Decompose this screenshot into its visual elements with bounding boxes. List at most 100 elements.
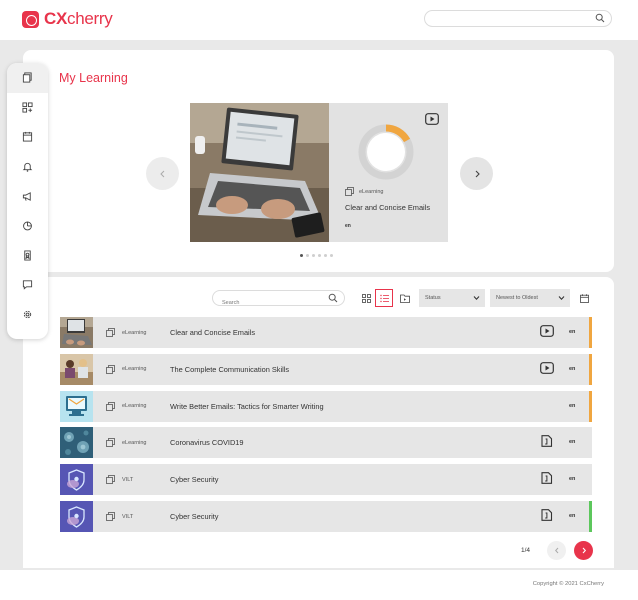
search-icon[interactable] xyxy=(595,13,605,23)
carousel-next-button[interactable] xyxy=(460,157,493,190)
chat-icon xyxy=(22,280,33,291)
featured-course-card[interactable]: eLearning Clear and Concise Emails en xyxy=(190,103,448,242)
sidebar-item-my-learning[interactable] xyxy=(7,63,48,93)
carousel-dot[interactable] xyxy=(318,254,321,257)
courses-icon xyxy=(22,72,32,83)
sidebar-item-notifications[interactable] xyxy=(7,152,48,182)
course-type: VILT xyxy=(122,513,134,520)
status-indicator-bar xyxy=(589,390,592,422)
sidebar-item-announcements[interactable] xyxy=(7,181,48,211)
calendar-icon xyxy=(579,293,589,303)
course-language: en xyxy=(569,513,576,519)
chevron-right-icon xyxy=(582,547,586,554)
table-row[interactable]: eLearning Write Better Emails: Tactics fo… xyxy=(60,390,592,422)
pagination-prev-button[interactable] xyxy=(547,541,566,560)
pagination-next-button[interactable] xyxy=(574,541,593,560)
brand-logo[interactable]: CXcherry xyxy=(22,9,113,29)
table-row[interactable]: VILT Cyber Security en xyxy=(60,464,592,496)
sidebar-item-messages[interactable] xyxy=(7,270,48,300)
sidebar xyxy=(7,63,48,339)
course-title[interactable]: Clear and Concise Emails xyxy=(170,328,255,337)
play-icon[interactable] xyxy=(425,113,439,125)
carousel-dot[interactable] xyxy=(324,254,327,257)
elearning-icon xyxy=(345,187,354,196)
calendar-icon xyxy=(22,132,33,143)
course-thumbnail xyxy=(60,464,93,496)
sort-label: Newest to Oldest xyxy=(496,295,538,301)
play-icon[interactable] xyxy=(540,361,554,380)
course-thumbnail xyxy=(60,317,93,348)
document-icon[interactable] xyxy=(540,509,554,527)
footer: Copyright © 2021 CxCherry xyxy=(0,570,638,600)
featured-course-info: eLearning Clear and Concise Emails en xyxy=(329,103,448,242)
progress-donut xyxy=(358,124,414,180)
global-search-input[interactable] xyxy=(424,10,612,27)
featured-course-title[interactable]: Clear and Concise Emails xyxy=(345,203,435,212)
folder-view-button[interactable] xyxy=(396,289,414,307)
status-filter-select[interactable]: Status xyxy=(419,289,485,307)
document-icon[interactable] xyxy=(540,472,554,490)
my-learning-panel: My Learning eLearning Clear and Concise … xyxy=(23,50,614,272)
carousel-dot[interactable] xyxy=(300,254,303,257)
sidebar-item-catalog[interactable] xyxy=(7,93,48,123)
bell-icon xyxy=(22,162,33,172)
carousel-dot[interactable] xyxy=(330,254,333,257)
list-view-icon xyxy=(379,294,389,302)
status-filter-label: Status xyxy=(425,295,441,301)
course-title[interactable]: Cyber Security xyxy=(170,475,218,484)
reports-pie-icon xyxy=(23,221,32,231)
search-icon[interactable] xyxy=(328,293,338,303)
chevron-down-icon xyxy=(558,296,565,301)
list-search-input[interactable] xyxy=(222,296,322,310)
carousel-prev-button[interactable] xyxy=(146,157,179,190)
laptop-photo-icon xyxy=(190,103,329,242)
catalog-add-icon xyxy=(22,102,33,113)
course-title[interactable]: The Complete Communication Skills xyxy=(170,365,289,374)
course-type: VILT xyxy=(122,476,134,483)
sort-select[interactable]: Newest to Oldest xyxy=(490,289,570,307)
course-thumbnail xyxy=(60,353,93,385)
featured-course-type: eLearning xyxy=(359,188,384,195)
featured-course-language: en xyxy=(345,223,351,229)
status-indicator-bar xyxy=(589,501,592,532)
sidebar-item-reports[interactable] xyxy=(7,211,48,241)
course-title[interactable]: Write Better Emails: Tactics for Smarter… xyxy=(170,402,324,411)
elearning-icon xyxy=(106,328,115,337)
course-thumbnail xyxy=(60,427,93,459)
calendar-filter-button[interactable] xyxy=(575,289,593,307)
sidebar-item-settings[interactable] xyxy=(7,300,48,330)
copyright-text: Copyright © 2021 CxCherry xyxy=(532,581,604,587)
course-list-panel: Status Newest to Oldest eLearning Clear a… xyxy=(23,277,614,568)
list-search[interactable] xyxy=(212,290,345,310)
featured-course-image xyxy=(190,103,329,242)
table-row[interactable]: eLearning Clear and Concise Emails en xyxy=(60,317,592,348)
settings-icon xyxy=(23,310,32,319)
play-icon[interactable] xyxy=(540,325,554,343)
brand-name-rest: cherry xyxy=(67,9,113,28)
sidebar-item-calendar[interactable] xyxy=(7,122,48,152)
cherry-logo-icon xyxy=(22,10,39,28)
list-view-button[interactable] xyxy=(375,289,393,307)
table-row[interactable]: eLearning Coronavirus COVID19 en xyxy=(60,427,592,459)
course-title[interactable]: Coronavirus COVID19 xyxy=(170,438,244,447)
carousel-dot[interactable] xyxy=(306,254,309,257)
chevron-right-icon xyxy=(475,170,480,177)
course-language: en xyxy=(569,476,576,483)
top-header: CXcherry xyxy=(0,0,638,40)
table-row[interactable]: eLearning The Complete Communication Skil… xyxy=(60,353,592,385)
pagination-text: 1/4 xyxy=(521,547,531,554)
course-type: eLearning xyxy=(122,329,147,336)
grid-view-button[interactable] xyxy=(357,289,375,307)
course-type: eLearning xyxy=(122,403,147,410)
document-icon[interactable] xyxy=(540,435,554,453)
sidebar-item-certificates[interactable] xyxy=(7,241,48,271)
brand-name-bold: CX xyxy=(44,9,68,28)
chevron-left-icon xyxy=(159,170,164,177)
course-language: en xyxy=(569,365,576,372)
table-row[interactable]: VILT Cyber Security en xyxy=(60,501,592,532)
carousel-dot[interactable] xyxy=(312,254,315,257)
page-title: My Learning xyxy=(59,71,128,85)
course-title[interactable]: Cyber Security xyxy=(170,512,218,521)
elearning-icon xyxy=(106,438,115,448)
elearning-icon xyxy=(106,364,115,374)
